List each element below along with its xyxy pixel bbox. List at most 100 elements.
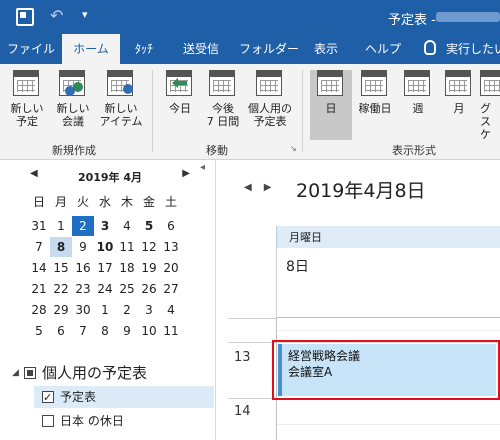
weekday-header: 木 bbox=[120, 195, 133, 209]
new-appointment-button[interactable]: 新しい 予定 bbox=[6, 70, 48, 140]
mini-calendar-day[interactable]: 5 bbox=[138, 216, 160, 236]
mini-calendar-day[interactable]: 9 bbox=[116, 321, 138, 341]
quick-access-dropdown-icon[interactable]: ▾ bbox=[82, 8, 88, 21]
group-label-new: 新規作成 bbox=[52, 144, 96, 157]
time-slot[interactable] bbox=[277, 330, 500, 331]
expand-triangle-icon[interactable]: ◢ bbox=[12, 368, 19, 378]
mini-calendar-day[interactable]: 7 bbox=[72, 321, 94, 341]
weekday-header: 水 bbox=[98, 195, 111, 209]
outlook-app-icon[interactable] bbox=[16, 8, 34, 26]
folder-item-calendar[interactable]: 予定表 bbox=[34, 386, 214, 409]
tab-folder[interactable]: フォルダー bbox=[236, 34, 302, 64]
week-view-icon bbox=[404, 70, 432, 98]
folder-item-japan-holidays[interactable]: 日本 の休日 bbox=[34, 410, 214, 432]
mini-calendar-day[interactable]: 17 bbox=[94, 258, 116, 278]
lightbulb-icon[interactable] bbox=[424, 40, 436, 55]
meeting-icon bbox=[59, 70, 87, 98]
mini-calendar-day[interactable]: 29 bbox=[50, 300, 72, 320]
next-day-icon[interactable]: ▶ bbox=[264, 182, 272, 193]
mini-calendar-day[interactable]: 7 bbox=[28, 237, 50, 257]
weekday-label: 月曜日 bbox=[289, 231, 322, 244]
mini-calendar-day[interactable]: 11 bbox=[116, 237, 138, 257]
next-7-days-button[interactable]: 今後 7 日間 bbox=[202, 70, 244, 140]
title-bar: ↶ ▾ 予定表 - bbox=[0, 0, 500, 34]
date-navigation: ◀ ▶ bbox=[244, 182, 283, 193]
all-day-area[interactable]: 8日 bbox=[276, 248, 500, 318]
ribbon-tabs: ファイル ホーム ﾀｯﾁ 送受信 フォルダー 表示 ヘルプ 実行したい bbox=[0, 34, 500, 64]
view-week-button[interactable]: 週 bbox=[398, 70, 438, 140]
day-column-header[interactable]: 月曜日 bbox=[276, 226, 500, 248]
mini-calendar-day[interactable]: 1 bbox=[94, 300, 116, 320]
tab-help[interactable]: ヘルプ bbox=[358, 34, 408, 64]
time-divider bbox=[228, 318, 276, 319]
mini-calendar-day[interactable]: 25 bbox=[116, 279, 138, 299]
mini-calendar-day[interactable]: 13 bbox=[160, 237, 182, 257]
mini-calendar-day[interactable]: 8 bbox=[50, 237, 72, 257]
tab-home[interactable]: ホーム bbox=[62, 34, 120, 64]
mini-calendar-day[interactable]: 31 bbox=[28, 216, 50, 236]
schedule-view-icon bbox=[480, 70, 500, 98]
tab-send-receive[interactable]: 送受信 bbox=[170, 34, 232, 64]
mini-calendar-day[interactable]: 4 bbox=[116, 216, 138, 236]
previous-day-icon[interactable]: ◀ bbox=[244, 182, 252, 193]
mini-calendar-day[interactable]: 10 bbox=[138, 321, 160, 341]
annotation-highlight-box bbox=[272, 340, 500, 400]
mini-calendar-day[interactable]: 26 bbox=[138, 279, 160, 299]
mini-calendar-day[interactable]: 3 bbox=[138, 300, 160, 320]
pane-divider[interactable] bbox=[215, 160, 216, 440]
go-to-today-button[interactable]: 今日 bbox=[160, 70, 200, 140]
undo-icon[interactable]: ↶ bbox=[50, 6, 63, 25]
mini-calendar-day[interactable]: 12 bbox=[138, 237, 160, 257]
tab-file[interactable]: ファイル bbox=[0, 34, 62, 64]
mini-calendar-day[interactable]: 3 bbox=[94, 216, 116, 236]
time-slot[interactable] bbox=[277, 424, 500, 425]
day-view-icon bbox=[317, 70, 345, 98]
redacted-account-name bbox=[436, 12, 500, 22]
mini-calendar-day[interactable]: 14 bbox=[28, 258, 50, 278]
mini-calendar-day[interactable]: 5 bbox=[28, 321, 50, 341]
view-schedule-button[interactable]: グ スケ bbox=[480, 70, 500, 140]
mini-calendar-day[interactable]: 2 bbox=[72, 216, 94, 236]
mini-calendar-day[interactable]: 6 bbox=[50, 321, 72, 341]
mini-calendar-day[interactable]: 22 bbox=[50, 279, 72, 299]
tell-me-search[interactable]: 実行したい bbox=[446, 34, 500, 64]
group-checkbox-icon[interactable] bbox=[24, 367, 36, 379]
mini-calendar-header: ◀ 2019年 4月 ▶ bbox=[30, 166, 190, 186]
personal-calendar-button[interactable]: 個人用の 予定表 bbox=[246, 70, 294, 140]
checkbox-checked[interactable] bbox=[42, 387, 54, 409]
window-title: 予定表 - bbox=[388, 13, 436, 28]
mini-calendar-day[interactable]: 6 bbox=[160, 216, 182, 236]
personal-calendar-icon bbox=[256, 70, 284, 98]
new-items-button[interactable]: 新しい アイテム bbox=[96, 70, 146, 140]
collapse-pane-icon[interactable]: ◂ bbox=[200, 162, 205, 173]
mini-calendar-day[interactable]: 28 bbox=[28, 300, 50, 320]
mini-calendar-day[interactable]: 30 bbox=[72, 300, 94, 320]
mini-calendar-day[interactable]: 19 bbox=[138, 258, 160, 278]
mini-calendar-day[interactable]: 21 bbox=[28, 279, 50, 299]
weekday-header: 金 bbox=[142, 195, 155, 209]
checkbox-unchecked[interactable] bbox=[42, 415, 54, 427]
mini-calendar-day[interactable]: 20 bbox=[160, 258, 182, 278]
mini-next-month-icon[interactable]: ▶ bbox=[182, 168, 190, 179]
mini-calendar-day[interactable]: 9 bbox=[72, 237, 94, 257]
mini-calendar-day[interactable]: 2 bbox=[116, 300, 138, 320]
mini-calendar-day[interactable]: 10 bbox=[94, 237, 116, 257]
tab-touch[interactable]: ﾀｯﾁ bbox=[120, 34, 168, 64]
mini-calendar-title: 2019年 4月 bbox=[77, 171, 143, 184]
mini-calendar-day[interactable]: 1 bbox=[50, 216, 72, 236]
view-day-button[interactable]: 日 bbox=[310, 70, 352, 140]
mini-calendar-day[interactable]: 8 bbox=[94, 321, 116, 341]
new-meeting-button[interactable]: 新しい 会議 bbox=[52, 70, 94, 140]
view-workweek-button[interactable]: 稼働日 bbox=[354, 70, 396, 140]
mini-calendar-day[interactable]: 16 bbox=[72, 258, 94, 278]
dialog-launcher-icon[interactable]: ↘ bbox=[290, 144, 297, 153]
mini-calendar-day[interactable]: 18 bbox=[116, 258, 138, 278]
tab-view[interactable]: 表示 bbox=[306, 34, 346, 64]
mini-calendar-day[interactable]: 24 bbox=[94, 279, 116, 299]
mini-calendar-day[interactable]: 27 bbox=[160, 279, 182, 299]
mini-calendar-day[interactable]: 15 bbox=[50, 258, 72, 278]
view-month-button[interactable]: 月 bbox=[440, 70, 478, 140]
mini-calendar-day[interactable]: 4 bbox=[160, 300, 182, 320]
mini-calendar-day[interactable]: 23 bbox=[72, 279, 94, 299]
mini-calendar-day[interactable]: 11 bbox=[160, 321, 182, 341]
